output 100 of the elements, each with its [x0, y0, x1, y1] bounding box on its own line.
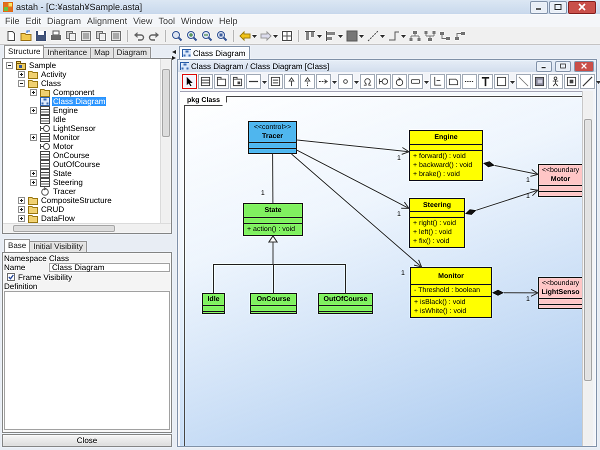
tab[interactable]: Initial Visibility	[29, 241, 87, 252]
menu-item[interactable]: Help	[216, 16, 240, 26]
interface-tool[interactable]	[268, 74, 283, 89]
save-icon[interactable]	[35, 30, 47, 42]
close-button[interactable]	[568, 0, 596, 14]
tree-item[interactable]: State	[52, 169, 73, 178]
definition-field[interactable]	[4, 291, 170, 430]
grid-icon[interactable]	[281, 30, 293, 42]
align-icon[interactable]	[325, 30, 337, 42]
expand-toggle[interactable]	[30, 107, 37, 114]
tree-layout-icon[interactable]	[424, 30, 436, 42]
copy-icon[interactable]	[65, 30, 77, 42]
print-icon[interactable]	[50, 30, 62, 42]
close-button[interactable]	[574, 60, 594, 72]
generalization-tool[interactable]	[284, 74, 299, 89]
open-folder-icon[interactable]	[20, 30, 32, 42]
tree-item[interactable]: OnCourse	[52, 151, 90, 160]
align-icon[interactable]	[304, 30, 316, 42]
expand-toggle[interactable]	[30, 134, 37, 141]
boundary-tool[interactable]	[376, 74, 391, 89]
tree-item[interactable]: Motor	[52, 142, 74, 151]
socket-tool[interactable]	[360, 74, 375, 89]
realization-tool[interactable]	[300, 74, 315, 89]
frame-tool[interactable]	[564, 74, 579, 89]
tree-item[interactable]: CompositeStructure	[40, 196, 113, 205]
actor-tool[interactable]	[548, 74, 563, 89]
tree-item[interactable]: Tracer	[52, 187, 77, 196]
connector-tool[interactable]	[580, 74, 595, 89]
tree-item[interactable]: Monitor	[52, 133, 81, 142]
menu-item[interactable]: Tool	[155, 16, 178, 26]
menu-item[interactable]: Diagram	[44, 16, 84, 26]
magnifier-icon[interactable]	[171, 30, 183, 42]
tree-item[interactable]: Class	[40, 79, 62, 88]
editor-tab[interactable]: Class Diagram	[179, 46, 250, 59]
pointer-tool[interactable]	[182, 74, 197, 89]
maximize-button[interactable]	[555, 60, 571, 72]
lollipop-tool[interactable]	[338, 74, 353, 89]
layout-icon[interactable]	[439, 30, 451, 42]
expand-toggle[interactable]	[18, 80, 25, 87]
expand-toggle[interactable]	[30, 89, 37, 96]
tree-item[interactable]: Steering	[52, 178, 84, 187]
menu-item[interactable]: File	[2, 16, 23, 26]
expand-toggle[interactable]	[18, 215, 25, 222]
minimize-button[interactable]	[530, 0, 548, 14]
expand-toggle[interactable]	[18, 71, 25, 78]
zoom-in-icon[interactable]	[186, 30, 198, 42]
tab[interactable]: Inheritance	[43, 47, 92, 58]
menu-item[interactable]: Alignment	[84, 16, 130, 26]
tree-item[interactable]: LightSensor	[52, 124, 97, 133]
close-button[interactable]: Close	[2, 434, 172, 447]
expand-toggle[interactable]	[30, 170, 37, 177]
sheet-icon[interactable]	[80, 30, 92, 42]
minimize-button[interactable]	[536, 60, 552, 72]
sheet-icon[interactable]	[110, 30, 122, 42]
zoom-out-icon[interactable]	[201, 30, 213, 42]
tree-layout-icon[interactable]	[409, 30, 421, 42]
menu-item[interactable]: View	[130, 16, 156, 26]
subsystem-tool[interactable]	[230, 74, 245, 89]
entity-tool[interactable]	[408, 74, 423, 89]
package-tool[interactable]	[214, 74, 229, 89]
tree-item[interactable]: CRUD	[40, 205, 66, 214]
zoom-fit-icon[interactable]	[216, 30, 228, 42]
tab[interactable]: Diagram	[112, 47, 151, 58]
tree-item[interactable]: Sample	[28, 61, 58, 70]
elbow-line-icon[interactable]	[388, 30, 400, 42]
fill-color-icon[interactable]	[346, 30, 358, 42]
association-tool[interactable]	[246, 74, 261, 89]
note-tool[interactable]	[446, 74, 461, 89]
tree-item[interactable]: DataFlow	[40, 214, 76, 223]
new-file-icon[interactable]	[5, 30, 17, 42]
expand-toggle[interactable]	[18, 197, 25, 204]
tree-item[interactable]: Idle	[52, 115, 67, 124]
expand-toggle[interactable]	[30, 179, 37, 186]
tree-item[interactable]: Engine	[52, 106, 79, 115]
tab[interactable]: Structure	[4, 45, 44, 58]
tree-item[interactable]: OutOfCourse	[52, 160, 102, 169]
line-icon[interactable]	[367, 30, 379, 42]
tab[interactable]: Base	[4, 239, 30, 252]
menu-item[interactable]: Window	[178, 16, 216, 26]
expand-toggle[interactable]	[18, 206, 25, 213]
expand-toggle[interactable]	[6, 62, 13, 69]
text-tool[interactable]	[478, 74, 493, 89]
rectangle-tool[interactable]	[494, 74, 509, 89]
tab[interactable]: Map	[90, 47, 114, 58]
menu-item[interactable]: Edit	[22, 16, 44, 26]
redo-icon[interactable]	[148, 30, 160, 42]
containment-tool[interactable]	[430, 74, 445, 89]
maximize-button[interactable]	[549, 0, 567, 14]
splitter-arrows-icon[interactable]	[172, 50, 176, 60]
image-tool[interactable]	[532, 74, 547, 89]
checkbox[interactable]	[7, 273, 15, 281]
copy-icon[interactable]	[95, 30, 107, 42]
tree-item[interactable]: Activity	[40, 70, 68, 79]
tree-item[interactable]: Component	[52, 88, 96, 97]
dependency-tool[interactable]	[316, 74, 331, 89]
control-tool[interactable]	[392, 74, 407, 89]
layout-icon[interactable]	[454, 30, 466, 42]
name-field[interactable]: Class Diagram	[49, 263, 170, 272]
undo-icon[interactable]	[133, 30, 145, 42]
class-tool[interactable]	[198, 74, 213, 89]
